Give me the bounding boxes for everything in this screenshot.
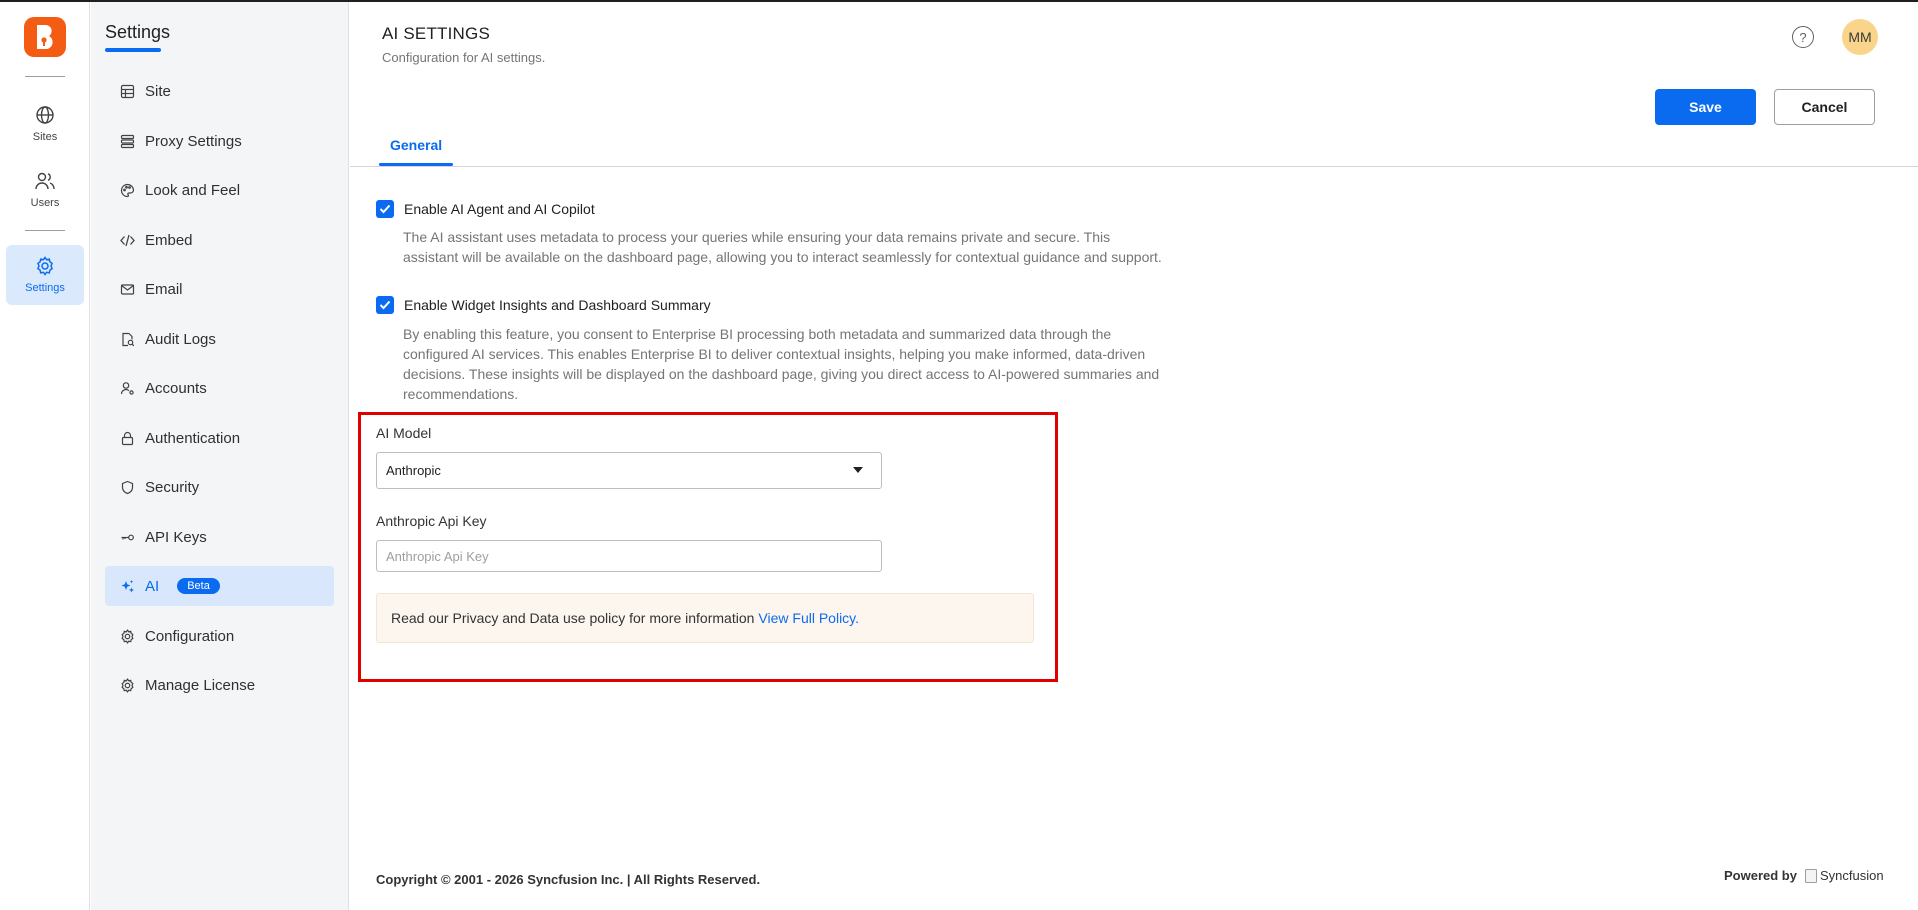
- view-full-policy-link[interactable]: View Full Policy.: [758, 610, 859, 626]
- mail-icon: [119, 281, 135, 297]
- nav-item-authentication[interactable]: Authentication: [105, 418, 334, 458]
- tab-general[interactable]: General: [390, 137, 442, 153]
- nav-item-label: Manage License: [145, 676, 256, 694]
- ai-agent-label: Enable AI Agent and AI Copilot: [404, 201, 595, 217]
- check-icon: [379, 300, 391, 310]
- settings-nav: Settings Site Proxy Settings Look and Fe…: [91, 2, 349, 910]
- ai-agent-option: Enable AI Agent and AI Copilot: [376, 200, 595, 218]
- powered-by: Powered by Syncfusion: [1724, 868, 1884, 883]
- nav-item-email[interactable]: Email: [105, 269, 334, 309]
- nav-item-manage-license[interactable]: Manage License: [105, 665, 334, 705]
- nav-title: Settings: [105, 22, 171, 42]
- sparkle-icon: [119, 578, 135, 594]
- tab-active-indicator: [379, 163, 453, 166]
- avatar[interactable]: MM: [1842, 19, 1878, 55]
- dropdown-caret-icon: [853, 467, 863, 473]
- nav-item-label: Accounts: [145, 379, 207, 397]
- nav-item-label: Security: [145, 478, 200, 496]
- privacy-notice-text: Read our Privacy and Data use policy for…: [391, 610, 755, 626]
- nav-item-security[interactable]: Security: [105, 467, 334, 507]
- ai-model-dropdown[interactable]: Anthropic: [376, 452, 882, 489]
- nav-item-audit-logs[interactable]: Audit Logs: [105, 319, 334, 359]
- page-title: AI SETTINGS: [382, 24, 490, 43]
- app-logo[interactable]: [24, 17, 66, 57]
- nav-item-label: Authentication: [145, 429, 241, 447]
- nav-item-label: Audit Logs: [145, 330, 216, 348]
- globe-icon: [36, 106, 54, 124]
- accounts-icon: [119, 380, 135, 396]
- check-icon: [379, 204, 391, 214]
- cancel-button[interactable]: Cancel: [1774, 89, 1875, 125]
- nav-item-accounts[interactable]: Accounts: [105, 368, 334, 408]
- privacy-notice: Read our Privacy and Data use policy for…: [376, 593, 1034, 643]
- rail-item-settings[interactable]: Settings: [6, 245, 84, 305]
- rail-item-label: Sites: [32, 131, 58, 143]
- nav-item-proxy-settings[interactable]: Proxy Settings: [105, 121, 334, 161]
- nav-item-label: Proxy Settings: [145, 132, 242, 150]
- nav-item-look-and-feel[interactable]: Look and Feel: [105, 170, 334, 210]
- nav-item-site[interactable]: Site: [105, 71, 334, 111]
- ai-agent-checkbox[interactable]: [376, 200, 394, 218]
- code-icon: [119, 232, 135, 248]
- save-button[interactable]: Save: [1655, 89, 1756, 125]
- copyright-text: Copyright © 2001 - 2026 Syncfusion Inc. …: [376, 872, 761, 887]
- audit-icon: [119, 331, 135, 347]
- ai-model-label: AI Model: [376, 425, 432, 441]
- widget-insights-option: Enable Widget Insights and Dashboard Sum…: [376, 296, 711, 314]
- nav-title-underline: [105, 48, 161, 52]
- ai-agent-description: The AI assistant uses metadata to proces…: [403, 229, 1162, 265]
- lock-icon: [119, 430, 135, 446]
- rail-item-users[interactable]: Users: [6, 160, 84, 220]
- ai-model-value: Anthropic: [386, 463, 441, 478]
- gear-icon: [119, 677, 135, 693]
- powered-by-label: Powered by: [1724, 868, 1797, 883]
- rail-divider: [25, 76, 65, 77]
- rail-item-sites[interactable]: Sites: [6, 94, 84, 154]
- nav-item-ai[interactable]: AI Beta: [105, 566, 334, 606]
- widget-insights-checkbox[interactable]: [376, 296, 394, 314]
- key-icon: [119, 529, 135, 545]
- main-content: AI SETTINGS Configuration for AI setting…: [350, 2, 1918, 910]
- nav-item-label: Configuration: [145, 627, 235, 645]
- palette-icon: [119, 182, 135, 198]
- nav-item-label: Site: [145, 82, 171, 100]
- gear-icon: [36, 256, 54, 276]
- rail-item-label: Users: [30, 197, 60, 209]
- api-key-label: Anthropic Api Key: [376, 513, 487, 529]
- help-icon[interactable]: ?: [1792, 26, 1814, 48]
- tab-bar: General: [350, 132, 1918, 167]
- rail-item-label: Settings: [25, 282, 65, 294]
- api-key-input[interactable]: [376, 540, 882, 572]
- rail-divider: [25, 230, 65, 231]
- nav-item-label: API Keys: [145, 528, 207, 546]
- widget-insights-label: Enable Widget Insights and Dashboard Sum…: [404, 297, 711, 313]
- nav-item-configuration[interactable]: Configuration: [105, 616, 334, 656]
- widget-insights-description: By enabling this feature, you consent to…: [403, 326, 1160, 402]
- nav-item-label: Email: [145, 280, 183, 298]
- nav-item-api-keys[interactable]: API Keys: [105, 517, 334, 557]
- logo-icon: [37, 25, 53, 49]
- gear-icon: [119, 628, 135, 644]
- syncfusion-logo[interactable]: Syncfusion: [1804, 868, 1884, 883]
- broken-image-icon: [1804, 868, 1817, 883]
- nav-item-label: Embed: [145, 231, 193, 249]
- page-subtitle: Configuration for AI settings.: [382, 50, 546, 65]
- syncfusion-brand-text: Syncfusion: [1819, 868, 1884, 883]
- site-icon: [119, 83, 135, 99]
- proxy-icon: [119, 133, 135, 149]
- users-icon: [35, 172, 55, 190]
- nav-item-embed[interactable]: Embed: [105, 220, 334, 260]
- nav-item-label: Look and Feel: [145, 181, 241, 199]
- shield-icon: [119, 479, 135, 495]
- nav-item-label: AI: [145, 577, 160, 595]
- beta-badge: Beta: [177, 578, 220, 594]
- app-rail: Sites Users Settings: [0, 2, 90, 910]
